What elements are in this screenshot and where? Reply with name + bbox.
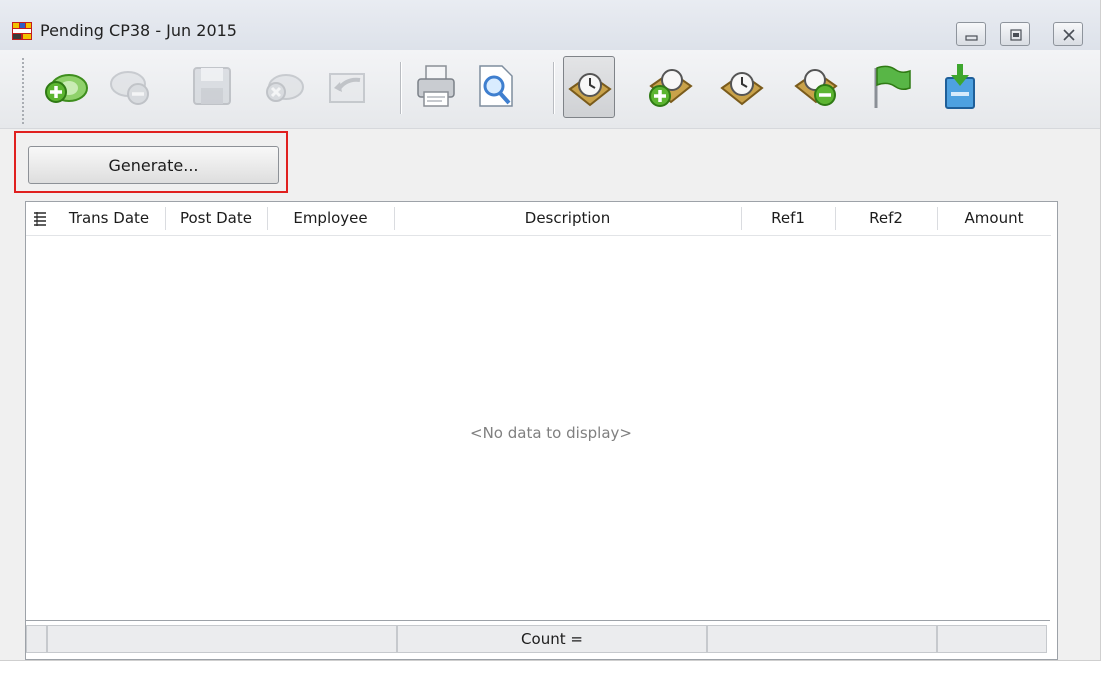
save-icon	[193, 67, 231, 105]
flag-button[interactable]	[864, 56, 916, 118]
footer-cell	[707, 625, 937, 653]
column-header-description[interactable]: Description	[395, 202, 740, 235]
data-grid[interactable]: Trans Date Post Date Employee Descriptio…	[25, 201, 1058, 660]
grid-footer: Count =	[26, 620, 1050, 657]
maximize-icon	[1010, 29, 1022, 41]
maximize-button[interactable]	[1000, 22, 1030, 46]
export-cabinet-icon	[945, 64, 975, 109]
app-icon	[12, 22, 32, 40]
column-header-trans-date[interactable]: Trans Date	[54, 202, 164, 235]
clock-icon	[720, 72, 764, 106]
generate-button[interactable]: Generate...	[28, 146, 279, 184]
footer-indicator-cell	[26, 625, 47, 653]
add-clock-icon	[649, 69, 693, 107]
add-money-icon	[45, 74, 88, 103]
undo-icon	[329, 73, 365, 103]
cancel-icon	[266, 74, 304, 102]
undo-button[interactable]	[322, 56, 374, 118]
title-bar: Pending CP38 - Jun 2015	[0, 0, 1100, 50]
footer-amount-total	[937, 625, 1047, 653]
minimize-icon	[965, 35, 978, 41]
add-pending-button[interactable]	[643, 56, 695, 118]
print-button[interactable]	[410, 56, 462, 118]
toolbar-grip[interactable]	[22, 58, 27, 124]
window-title: Pending CP38 - Jun 2015	[40, 21, 237, 40]
close-icon	[1063, 29, 1075, 41]
print-icon	[417, 65, 455, 107]
column-header-amount[interactable]: Amount	[938, 202, 1050, 235]
delete-button[interactable]	[104, 56, 156, 118]
remove-clock-icon	[794, 69, 838, 106]
footer-count: Count =	[397, 625, 707, 653]
column-chooser-icon[interactable]	[33, 211, 47, 226]
add-button[interactable]	[40, 56, 92, 118]
preview-icon	[479, 65, 513, 107]
pending-clock-icon	[568, 73, 612, 107]
grid-header: Trans Date Post Date Employee Descriptio…	[26, 202, 1051, 236]
column-header-employee[interactable]: Employee	[268, 202, 393, 235]
footer-cell	[47, 625, 397, 653]
preview-button[interactable]	[470, 56, 522, 118]
edit-pending-button[interactable]	[716, 56, 768, 118]
close-button[interactable]	[1053, 22, 1083, 46]
column-header-ref2[interactable]: Ref2	[836, 202, 936, 235]
delete-money-icon	[110, 71, 149, 105]
column-header-post-date[interactable]: Post Date	[166, 202, 266, 235]
toolbar	[0, 50, 1100, 129]
toolbar-separator	[400, 62, 402, 114]
column-header-ref1[interactable]: Ref1	[742, 202, 834, 235]
pending-button[interactable]	[563, 56, 615, 118]
remove-pending-button[interactable]	[792, 56, 844, 118]
green-flag-icon	[874, 65, 911, 108]
minimize-button[interactable]	[956, 22, 986, 46]
pending-cp38-window: Pending CP38 - Jun 2015 Generate... Tran…	[0, 0, 1101, 661]
toolbar-separator	[553, 62, 555, 114]
save-button[interactable]	[186, 56, 238, 118]
empty-grid-message: <No data to display>	[470, 424, 632, 442]
cancel-button[interactable]	[258, 56, 310, 118]
export-button[interactable]	[934, 56, 986, 118]
